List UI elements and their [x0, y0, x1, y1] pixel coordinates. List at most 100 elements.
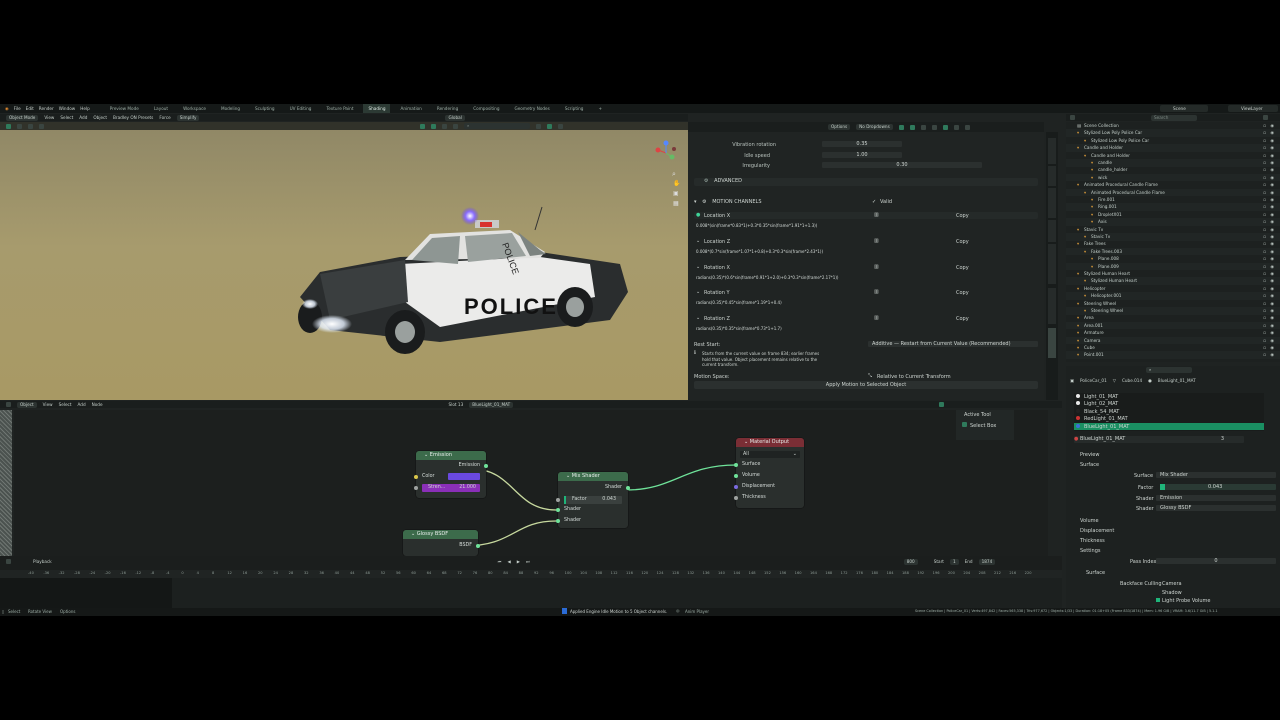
gizmo-icon[interactable]: [453, 123, 458, 129]
copy-button[interactable]: Copy: [956, 316, 969, 322]
outliner-row[interactable]: ▾ Armature ▫ ◉: [1066, 329, 1280, 337]
props-search[interactable]: ⌕: [1146, 366, 1192, 373]
light-probe-checkbox[interactable]: [1156, 598, 1160, 602]
material-slot[interactable]: Light_01_MAT: [1074, 393, 1264, 400]
node-material-field[interactable]: BlueLight_01_MAT: [469, 401, 514, 408]
visibility-eye-icon[interactable]: ◉: [1270, 301, 1274, 306]
glossy-output-socket[interactable]: [476, 544, 480, 548]
visibility-eye-icon[interactable]: ◉: [1270, 167, 1274, 172]
timeline[interactable]: Playback ⏮ ◀ ▶ ⏭ 800 Start 1 End 1874 -4…: [0, 556, 1062, 608]
channel-graph-icon[interactable]: ▥: [874, 238, 879, 244]
visibility-eye-icon[interactable]: ◉: [1270, 190, 1274, 195]
channel-graph-icon[interactable]: ▥: [874, 264, 879, 270]
channel-expression[interactable]: radians(0.35)*0.35*sin(frame*0.73*1+1.7): [696, 326, 782, 331]
render-camera-icon[interactable]: ▫: [1263, 160, 1266, 165]
outliner-row[interactable]: ▾ Animated Procedural Candle Flame ▫ ◉: [1066, 181, 1280, 189]
outliner-row[interactable]: ▾ Cube ▫ ◉: [1066, 344, 1280, 352]
overlay-icon[interactable]: [442, 123, 447, 129]
mix-factor-field[interactable]: Factor 0.043: [564, 496, 622, 504]
tab-preview-mode[interactable]: Preview Mode: [105, 106, 144, 111]
visibility-eye-icon[interactable]: ◉: [1270, 338, 1274, 343]
render-camera-icon[interactable]: ▫: [1263, 330, 1266, 335]
viewport-search-field[interactable]: ⌕: [464, 123, 530, 129]
visibility-eye-icon[interactable]: ◉: [1270, 138, 1274, 143]
outliner-row[interactable]: ▾ Fire.001 ▫ ◉: [1066, 196, 1280, 204]
outliner-row[interactable]: ▾ Axis ▫ ◉: [1066, 218, 1280, 226]
node-menu-node[interactable]: Node: [92, 402, 103, 407]
channel-expression[interactable]: 0.008*(sin(frame*0.83*1)+0.3*0.35*sin(fr…: [696, 223, 817, 228]
collapse-chevron-icon[interactable]: ⌄: [696, 289, 700, 295]
material-slot[interactable]: Black_54_MAT: [1074, 408, 1264, 415]
menu-render[interactable]: Render: [39, 106, 54, 111]
outliner-row[interactable]: ▾ candle ▫ ◉: [1066, 159, 1280, 167]
material-slot[interactable]: Light_02_MAT: [1074, 400, 1264, 407]
outliner-row[interactable]: ▾ Area ▫ ◉: [1066, 314, 1280, 322]
shading-material-icon[interactable]: [547, 123, 552, 129]
outliner-row[interactable]: ▾ Camera ▫ ◉: [1066, 336, 1280, 345]
node-menu-add[interactable]: Add: [78, 402, 86, 407]
gizmo-toggle-icon[interactable]: [898, 124, 904, 130]
outliner-row[interactable]: ▾ Point.001 ▫ ◉: [1066, 351, 1280, 359]
collapse-chevron-icon[interactable]: ⌄: [696, 264, 700, 270]
output-displacement-socket[interactable]: [734, 485, 738, 489]
render-camera-icon[interactable]: ▫: [1263, 301, 1266, 306]
menu-help[interactable]: Help: [80, 106, 90, 111]
tab-texture-paint[interactable]: Texture Paint: [321, 106, 358, 111]
snap-icon[interactable]: [420, 123, 425, 129]
material-slot[interactable]: BlueLight_01_MAT: [1074, 422, 1264, 430]
render-camera-icon[interactable]: ▫: [1263, 175, 1266, 180]
outliner-row[interactable]: ▾ Steering Wheel ▫ ◉: [1066, 307, 1280, 315]
visibility-eye-icon[interactable]: ◉: [1270, 175, 1274, 180]
visibility-eye-icon[interactable]: ◉: [1270, 212, 1274, 217]
material-datablock[interactable]: ● BlueLight_01_MAT 3: [1074, 436, 1244, 443]
tab-modeling[interactable]: Modeling: [216, 106, 245, 111]
tab-geometry-nodes[interactable]: Geometry Nodes: [509, 106, 554, 111]
current-frame-field[interactable]: 800: [903, 558, 918, 565]
outliner-row[interactable]: ▾ Candle and Holder ▫ ◉: [1066, 152, 1280, 160]
output-target-dropdown[interactable]: All ⌄: [740, 451, 800, 458]
select-box-icon[interactable]: [962, 422, 967, 427]
jump-start-icon[interactable]: ⏮: [498, 559, 502, 564]
copy-button[interactable]: Copy: [956, 213, 969, 219]
end-field[interactable]: 1874: [978, 558, 996, 565]
render-camera-icon[interactable]: ▫: [1263, 345, 1266, 350]
material-slot[interactable]: RedLight_01_MAT: [1074, 415, 1264, 422]
outliner-row[interactable]: ▾ Candle and Holder ▫ ◉: [1066, 144, 1280, 152]
mix-shader2-socket[interactable]: [556, 519, 560, 523]
next-key-icon[interactable]: ⏭: [526, 559, 530, 564]
vibration-rotation-field[interactable]: 0.35: [822, 141, 902, 147]
outliner-row[interactable]: ▾ Helicopter.001 ▫ ◉: [1066, 292, 1280, 300]
render-camera-icon[interactable]: ▫: [1263, 234, 1266, 239]
blender-logo-icon[interactable]: ◉: [5, 106, 9, 111]
slot-dropdown[interactable]: Slot 13: [449, 402, 464, 407]
sidebar-tab-active[interactable]: [1048, 328, 1056, 358]
tab-animation[interactable]: Animation: [395, 106, 426, 111]
tab-workspace[interactable]: Workspace: [178, 106, 211, 111]
anim-player-label[interactable]: Anim Player: [685, 609, 709, 614]
node-editor[interactable]: ⌄ Emission Emission Color Stren... 21.00…: [14, 410, 1048, 556]
render-camera-icon[interactable]: ▫: [1263, 190, 1266, 195]
rest-start-dropdown[interactable]: Additive — Restart from Current Value (R…: [868, 341, 1038, 347]
shading-rendered-icon[interactable]: [558, 123, 563, 129]
node-overlay-icon[interactable]: [939, 402, 945, 407]
wireframe-shading-icon[interactable]: [931, 124, 937, 130]
tab-sculpting[interactable]: Sculpting: [250, 106, 280, 111]
tab-compositing[interactable]: Compositing: [468, 106, 504, 111]
xray-icon[interactable]: [920, 124, 926, 130]
emission-color-swatch[interactable]: [448, 473, 480, 480]
menu-select[interactable]: Select: [60, 115, 73, 120]
visibility-eye-icon[interactable]: ◉: [1270, 345, 1274, 350]
idle-speed-field[interactable]: 1.00: [822, 152, 902, 158]
shader1-field[interactable]: Emission: [1156, 495, 1276, 501]
overlay-toggle-icon[interactable]: [909, 124, 915, 130]
surface-shader-field[interactable]: Mix Shader: [1156, 472, 1276, 478]
proportional-edit-icon[interactable]: [431, 123, 436, 129]
displacement-panel-header[interactable]: Displacement: [1080, 528, 1114, 534]
copy-button[interactable]: Copy: [956, 290, 969, 296]
visibility-eye-icon[interactable]: ◉: [1270, 234, 1274, 239]
collapse-chevron-icon[interactable]: ⌄: [696, 315, 700, 321]
mix-factor-socket[interactable]: [556, 498, 560, 502]
outliner-row[interactable]: ▾ Helicopter ▫ ◉: [1066, 285, 1280, 293]
emission-strength-socket[interactable]: [414, 486, 418, 490]
outliner-row[interactable]: ▾ Stylized Low Poly Police Car ▫ ◉: [1066, 137, 1280, 145]
